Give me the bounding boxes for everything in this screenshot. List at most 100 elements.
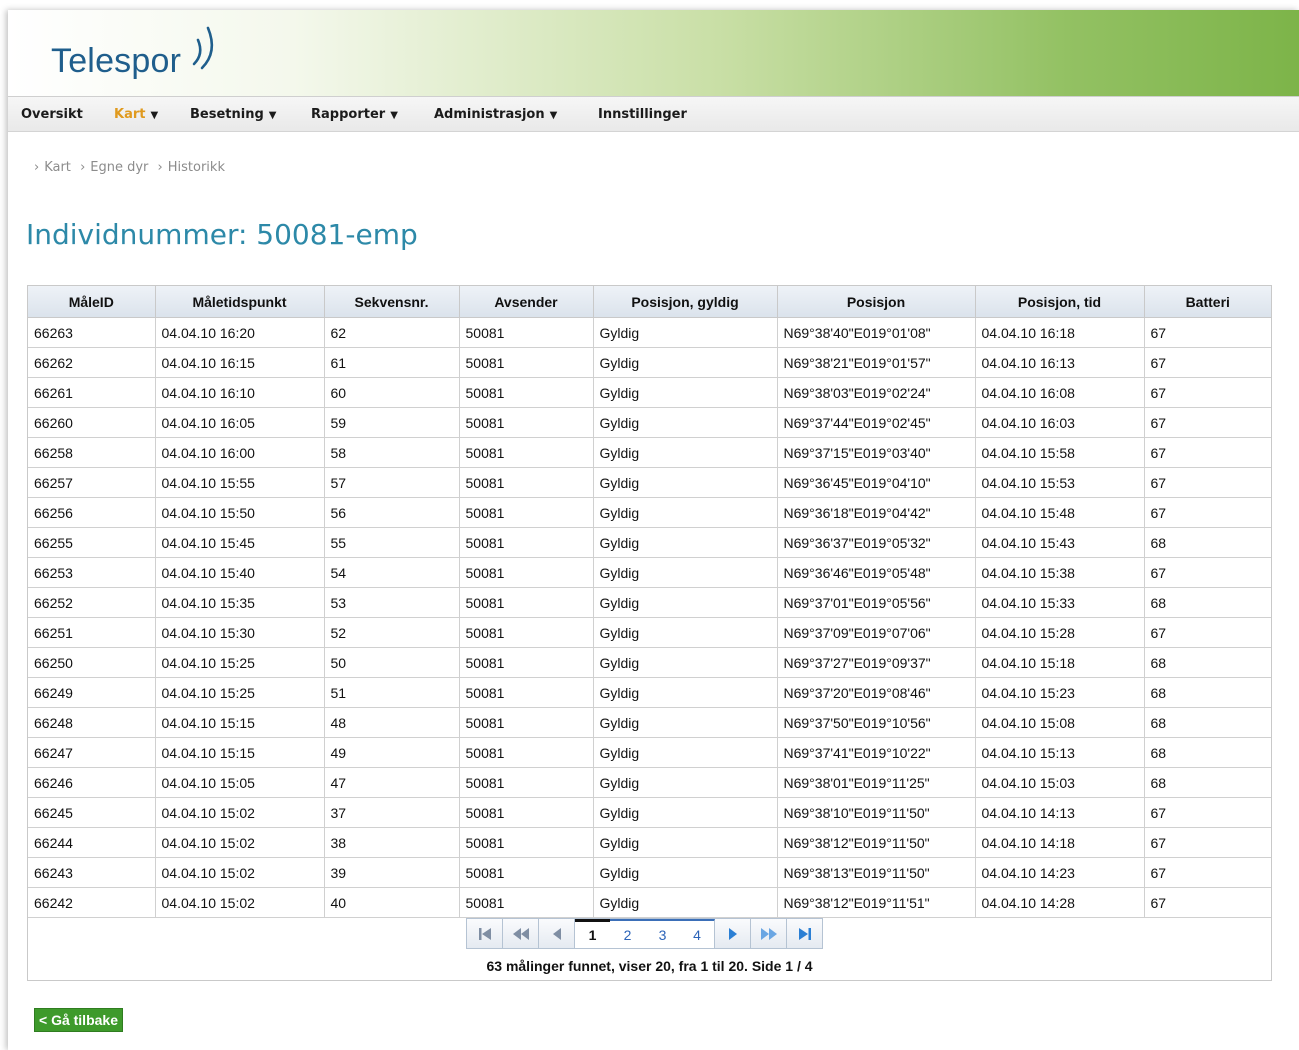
column-header[interactable]: MåleID xyxy=(28,286,156,318)
breadcrumb-kart[interactable]: Kart xyxy=(44,160,71,175)
table-row[interactable]: 66262 04.04.10 16:15 61 50081 Gyldig N69°38'2… xyxy=(28,347,1271,378)
nav-rapporter[interactable]: Rapporter ▼ xyxy=(311,107,398,122)
table-cell: 68 xyxy=(1143,767,1271,798)
next-page-button[interactable] xyxy=(715,919,751,948)
table-cell: 66262 xyxy=(28,347,156,378)
nav-besetning[interactable]: Besetning ▼ xyxy=(190,107,276,122)
table-cell: 55 xyxy=(323,527,460,558)
table-cell: 04.04.10 16:20 xyxy=(154,317,325,348)
table-cell: 50081 xyxy=(458,797,594,828)
breadcrumb-egne-dyr[interactable]: Egne dyr xyxy=(90,160,148,175)
column-header[interactable]: Posisjon, tid xyxy=(974,286,1145,318)
table-cell: 50081 xyxy=(458,407,594,438)
table-row[interactable]: 66253 04.04.10 15:40 54 50081 Gyldig N69°36'4… xyxy=(28,557,1271,588)
table-cell: 66252 xyxy=(28,587,156,618)
column-header[interactable]: Måletidspunkt xyxy=(154,286,325,318)
column-header[interactable]: Sekvensnr. xyxy=(323,286,460,318)
table-cell: 50081 xyxy=(458,737,594,768)
table-cell: N69°37'44"E019°02'45" xyxy=(776,407,976,438)
nav-kart[interactable]: Kart ▼ xyxy=(114,107,158,122)
table-cell: 04.04.10 16:15 xyxy=(154,347,325,378)
table-cell: Gyldig xyxy=(592,617,778,648)
table-cell: 68 xyxy=(1143,527,1271,558)
table-cell: 04.04.10 16:00 xyxy=(154,437,325,468)
table-row[interactable]: 66248 04.04.10 15:15 48 50081 Gyldig N69°37'5… xyxy=(28,707,1271,738)
table-cell: 67 xyxy=(1143,347,1271,378)
table-cell: 50081 xyxy=(458,317,594,348)
measurements-table: MåleID Måletidspunkt Sekvensnr. Avsender Pos… xyxy=(28,286,1271,918)
table-cell: 50081 xyxy=(458,497,594,528)
table-cell: 66255 xyxy=(28,527,156,558)
table-cell: 04.04.10 15:30 xyxy=(154,617,325,648)
table-cell: Gyldig xyxy=(592,377,778,408)
table-row[interactable]: 66250 04.04.10 15:25 50 50081 Gyldig N69°37'2… xyxy=(28,647,1271,678)
table-row[interactable]: 66242 04.04.10 15:02 40 50081 Gyldig N69°38'1… xyxy=(28,887,1271,918)
last-page-button[interactable] xyxy=(787,919,822,948)
table-row[interactable]: 66251 04.04.10 15:30 52 50081 Gyldig N69°37'0… xyxy=(28,617,1271,648)
page-link-3[interactable]: 3 xyxy=(645,919,680,948)
previous-page-button[interactable] xyxy=(539,919,575,948)
table-row[interactable]: 66258 04.04.10 16:00 58 50081 Gyldig N69°37'1… xyxy=(28,437,1271,468)
table-row[interactable]: 66244 04.04.10 15:02 38 50081 Gyldig N69°38'1… xyxy=(28,827,1271,858)
table-cell: 04.04.10 14:18 xyxy=(974,827,1145,858)
table-cell: 50081 xyxy=(458,857,594,888)
brand-logo[interactable]: Telespor xyxy=(51,42,181,81)
table-cell: 50081 xyxy=(458,887,594,918)
table-cell: N69°38'03"E019°02'24" xyxy=(776,377,976,408)
table-cell: 66247 xyxy=(28,737,156,768)
nav-administrasjon[interactable]: Administrasjon ▼ xyxy=(434,107,557,122)
column-header[interactable]: Batteri xyxy=(1143,286,1271,318)
last-page-icon xyxy=(798,927,811,940)
next-block-button[interactable] xyxy=(751,919,787,948)
table-cell: Gyldig xyxy=(592,347,778,378)
nav-label: Administrasjon xyxy=(434,107,545,122)
page-link-4[interactable]: 4 xyxy=(680,919,715,948)
table-row[interactable]: 66249 04.04.10 15:25 51 50081 Gyldig N69°37'2… xyxy=(28,677,1271,708)
previous-block-button[interactable] xyxy=(503,919,539,948)
page-link-1[interactable]: 1 xyxy=(575,919,610,948)
nav-innstillinger[interactable]: Innstillinger xyxy=(598,107,687,122)
table-row[interactable]: 66263 04.04.10 16:20 62 50081 Gyldig N69°38'4… xyxy=(28,317,1271,348)
nav-label: Innstillinger xyxy=(598,107,687,122)
table-cell: 04.04.10 14:13 xyxy=(974,797,1145,828)
table-cell: 04.04.10 15:48 xyxy=(974,497,1145,528)
table-cell: 66257 xyxy=(28,467,156,498)
table-header-row: MåleID Måletidspunkt Sekvensnr. Avsender Pos… xyxy=(28,286,1271,318)
table-row[interactable]: 66255 04.04.10 15:45 55 50081 Gyldig N69°36'3… xyxy=(28,527,1271,558)
first-page-button[interactable] xyxy=(467,919,503,948)
table-row[interactable]: 66246 04.04.10 15:05 47 50081 Gyldig N69°38'0… xyxy=(28,767,1271,798)
table-cell: 66244 xyxy=(28,827,156,858)
table-cell: 51 xyxy=(323,677,460,708)
nav-oversikt[interactable]: Oversikt xyxy=(21,107,83,122)
table-cell: 58 xyxy=(323,437,460,468)
table-cell: 04.04.10 15:33 xyxy=(974,587,1145,618)
chevron-down-icon: ▼ xyxy=(390,110,398,121)
page-link-2[interactable]: 2 xyxy=(610,919,645,948)
table-cell: 66251 xyxy=(28,617,156,648)
column-header[interactable]: Avsender xyxy=(458,286,594,318)
table-cell: N69°38'21"E019°01'57" xyxy=(776,347,976,378)
table-cell: 66249 xyxy=(28,677,156,708)
column-header[interactable]: Posisjon xyxy=(776,286,976,318)
table-cell: 04.04.10 15:15 xyxy=(154,737,325,768)
header: Telespor xyxy=(8,10,1299,97)
table-row[interactable]: 66256 04.04.10 15:50 56 50081 Gyldig N69°36'1… xyxy=(28,497,1271,528)
table-cell: 66263 xyxy=(28,317,156,348)
column-header[interactable]: Posisjon, gyldig xyxy=(592,286,778,318)
table-cell: 04.04.10 16:05 xyxy=(154,407,325,438)
table-row[interactable]: 66257 04.04.10 15:55 57 50081 Gyldig N69°36'4… xyxy=(28,467,1271,498)
table-cell: 04.04.10 16:03 xyxy=(974,407,1145,438)
table-row[interactable]: 66252 04.04.10 15:35 53 50081 Gyldig N69°37'0… xyxy=(28,587,1271,618)
table-cell: N69°36'46"E019°05'48" xyxy=(776,557,976,588)
table-cell: 50081 xyxy=(458,617,594,648)
table-row[interactable]: 66247 04.04.10 15:15 49 50081 Gyldig N69°37'4… xyxy=(28,737,1271,768)
table-cell: 56 xyxy=(323,497,460,528)
table-row[interactable]: 66245 04.04.10 15:02 37 50081 Gyldig N69°38'1… xyxy=(28,797,1271,828)
table-cell: N69°37'20"E019°08'46" xyxy=(776,677,976,708)
table-row[interactable]: 66243 04.04.10 15:02 39 50081 Gyldig N69°38'1… xyxy=(28,857,1271,888)
table-row[interactable]: 66261 04.04.10 16:10 60 50081 Gyldig N69°38'0… xyxy=(28,377,1271,408)
back-button[interactable]: < Gå tilbake xyxy=(34,1008,123,1032)
table-row[interactable]: 66260 04.04.10 16:05 59 50081 Gyldig N69°37'4… xyxy=(28,407,1271,438)
breadcrumb-historikk[interactable]: Historikk xyxy=(168,160,225,175)
nav-label: Besetning xyxy=(190,107,264,122)
